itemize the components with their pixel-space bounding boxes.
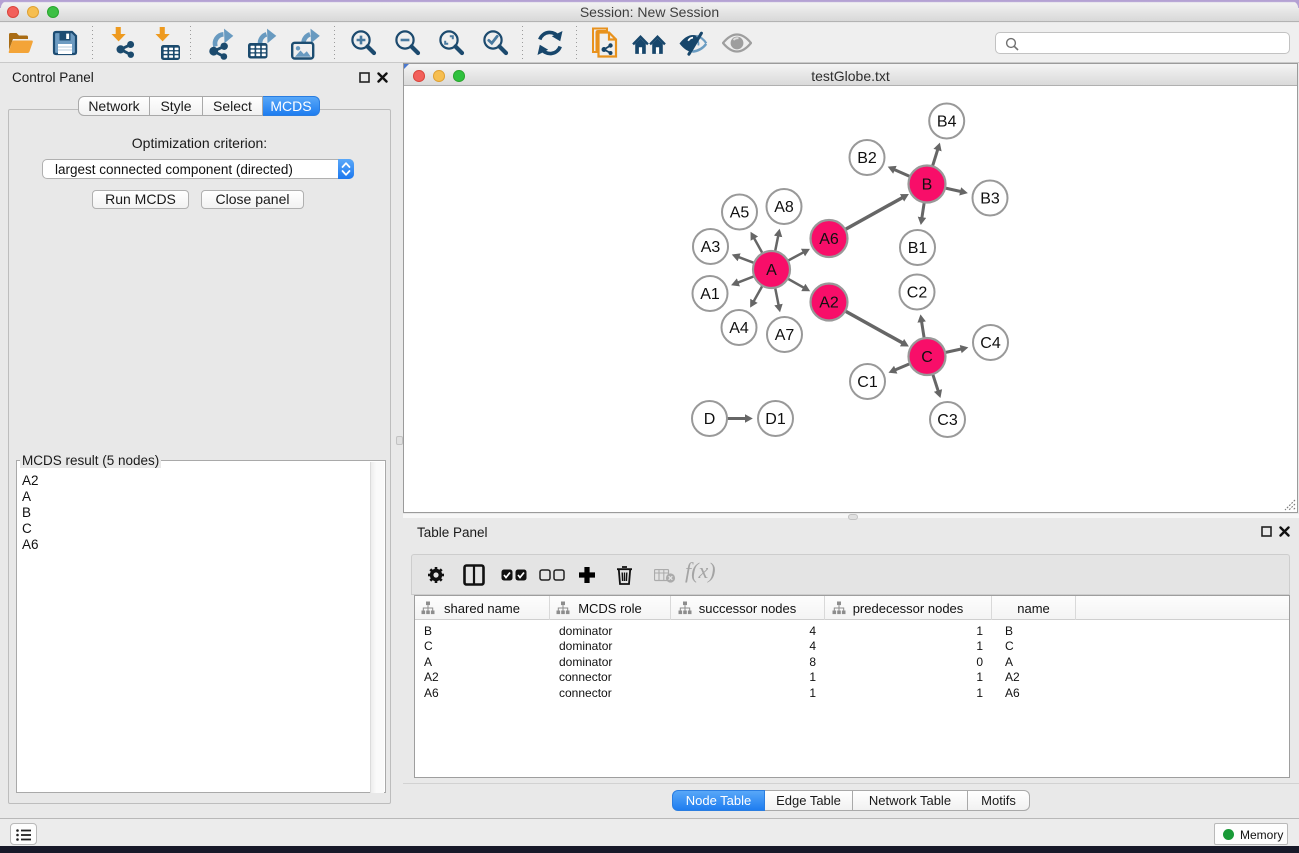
svg-text:C: C: [921, 349, 933, 366]
svg-text:B3: B3: [980, 191, 1000, 208]
svg-text:B4: B4: [937, 114, 957, 131]
svg-text:A3: A3: [701, 239, 721, 256]
svg-text:B1: B1: [908, 240, 928, 257]
svg-text:A4: A4: [729, 320, 749, 337]
svg-text:C1: C1: [857, 374, 878, 391]
svg-text:A1: A1: [700, 286, 720, 303]
svg-text:B2: B2: [857, 150, 877, 167]
svg-text:D: D: [704, 411, 716, 428]
svg-text:D1: D1: [765, 411, 786, 428]
svg-text:A7: A7: [775, 327, 795, 344]
svg-text:A: A: [766, 262, 777, 279]
svg-text:C3: C3: [937, 412, 958, 429]
svg-text:C4: C4: [980, 335, 1001, 352]
svg-text:C2: C2: [907, 285, 928, 302]
svg-text:A8: A8: [774, 199, 794, 216]
svg-text:A6: A6: [819, 231, 839, 248]
svg-text:A5: A5: [730, 205, 750, 222]
svg-text:B: B: [922, 177, 933, 194]
svg-text:A2: A2: [819, 295, 839, 312]
